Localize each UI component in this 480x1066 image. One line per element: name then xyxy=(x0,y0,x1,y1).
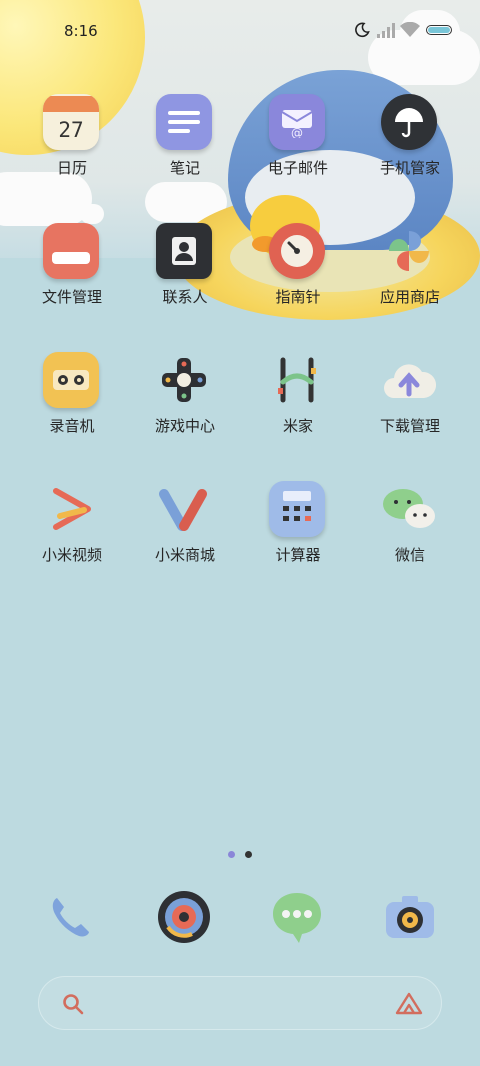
app-downloads[interactable]: 下载管理 xyxy=(355,352,465,464)
app-label: 手机管家 xyxy=(379,159,440,177)
signal-icon xyxy=(377,23,395,38)
compass-icon xyxy=(269,223,325,279)
app-mijia[interactable]: 米家 xyxy=(243,352,353,464)
app-label: 微信 xyxy=(394,546,425,564)
browser-lens-icon xyxy=(158,891,210,943)
dock-phone[interactable] xyxy=(40,887,100,947)
notes-icon xyxy=(156,94,212,150)
app-label: 游戏中心 xyxy=(154,417,215,435)
app-label: 电子邮件 xyxy=(267,159,328,177)
dock-messages[interactable] xyxy=(267,887,327,947)
contacts-icon xyxy=(156,223,212,279)
app-mi-video[interactable]: 小米视频 xyxy=(17,481,127,593)
app-recorder[interactable]: 录音机 xyxy=(17,352,127,464)
email-icon: @ xyxy=(269,94,325,150)
search-icon[interactable] xyxy=(61,992,85,1016)
app-calendar[interactable]: 27 日历 xyxy=(17,94,127,206)
calculator-icon xyxy=(269,481,325,537)
cloud-illustration xyxy=(80,204,104,224)
app-game-center[interactable]: 游戏中心 xyxy=(130,352,240,464)
app-label: 小米商城 xyxy=(154,546,215,564)
app-label: 应用商店 xyxy=(379,288,440,306)
dock-browser[interactable] xyxy=(154,887,214,947)
app-label: 指南针 xyxy=(275,288,321,306)
dock-camera[interactable] xyxy=(380,887,440,947)
app-label: 计算器 xyxy=(275,546,321,564)
camera-icon xyxy=(386,896,434,938)
wechat-icon xyxy=(381,481,437,537)
app-mi-store[interactable]: 小米商城 xyxy=(130,481,240,593)
battery-icon xyxy=(426,25,452,35)
app-file-manager[interactable]: 文件管理 xyxy=(17,223,127,335)
video-play-icon xyxy=(43,481,99,537)
app-compass[interactable]: 指南针 xyxy=(243,223,353,335)
page-dot-active xyxy=(228,851,235,858)
svg-text:@: @ xyxy=(291,126,303,138)
security-umbrella-icon xyxy=(381,94,437,150)
app-email[interactable]: @ 电子邮件 xyxy=(243,94,353,206)
page-dot xyxy=(245,851,252,858)
search-bar[interactable] xyxy=(38,976,442,1030)
app-notes[interactable]: 笔记 xyxy=(130,94,240,206)
wifi-icon xyxy=(400,22,420,37)
cloud-download-icon xyxy=(381,352,437,408)
moon-icon xyxy=(355,22,370,38)
app-calculator[interactable]: 计算器 xyxy=(243,481,353,593)
app-label: 下载管理 xyxy=(379,417,440,435)
message-bubble-icon xyxy=(273,893,321,943)
calendar-date: 27 xyxy=(58,118,84,142)
app-label: 日历 xyxy=(56,159,87,177)
mi-store-icon xyxy=(156,481,212,537)
xiaoai-assistant-icon[interactable] xyxy=(395,991,423,1017)
mijia-icon xyxy=(269,352,325,408)
app-label: 米家 xyxy=(282,417,313,435)
app-wechat[interactable]: 微信 xyxy=(355,481,465,593)
app-label: 联系人 xyxy=(162,288,208,306)
app-contacts[interactable]: 联系人 xyxy=(130,223,240,335)
folder-icon xyxy=(43,223,99,279)
app-security[interactable]: 手机管家 xyxy=(355,94,465,206)
page-indicator xyxy=(228,851,256,859)
app-app-store[interactable]: 应用商店 xyxy=(355,223,465,335)
cassette-icon xyxy=(43,352,99,408)
app-label: 小米视频 xyxy=(41,546,102,564)
app-label: 录音机 xyxy=(49,417,95,435)
status-bar: 8:16 xyxy=(0,0,480,60)
status-time: 8:16 xyxy=(64,22,98,40)
gamepad-icon xyxy=(156,352,212,408)
phone-icon xyxy=(52,898,89,937)
pinwheel-icon xyxy=(381,223,437,279)
app-label: 笔记 xyxy=(169,159,200,177)
calendar-icon: 27 xyxy=(43,94,99,150)
app-label: 文件管理 xyxy=(41,288,102,306)
